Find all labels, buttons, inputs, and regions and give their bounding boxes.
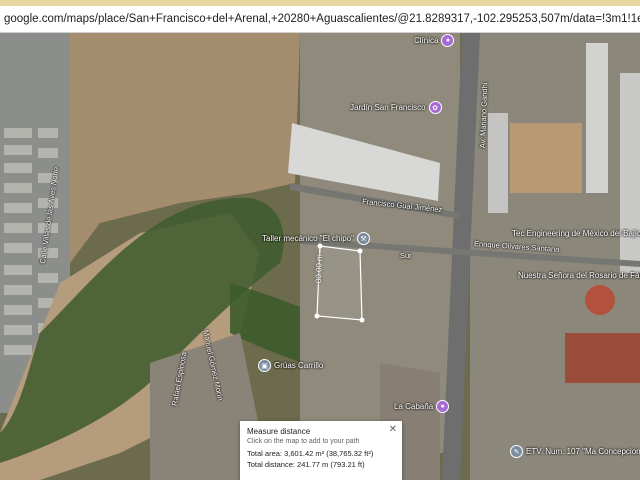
measure-hint: Click on the map to add to your path	[247, 438, 360, 445]
shop-icon: ●	[441, 34, 455, 47]
shop-icon: ●	[436, 400, 450, 413]
poi-nuestra-senora[interactable]: Nuestra Señora del Rosario de Fátima ✝	[518, 269, 640, 282]
repair-icon: ⚒	[356, 232, 370, 245]
school-icon: ✎	[510, 445, 523, 458]
satellite-map[interactable]: Jardín San Francisco ✿ Taller mecánico "…	[0, 33, 640, 480]
park-icon: ✿	[428, 101, 442, 114]
segment-distance-label: 80.00 m	[314, 254, 325, 284]
measure-title: Measure distance	[247, 427, 311, 436]
poi-tec-engineering[interactable]: Tec Engineering de México del Bajío ▣	[512, 227, 640, 240]
total-area: Total area: 3,601.42 m² (38,765.32 ft²)	[247, 449, 374, 458]
business-icon: ▣	[258, 359, 271, 372]
poi-jardin-san-francisco[interactable]: Jardín San Francisco ✿	[350, 101, 442, 114]
address-bar[interactable]: google.com/maps/place/San+Francisco+del+…	[0, 6, 640, 33]
poi-gruas-carrillo[interactable]: ▣ Grúas Carrillo	[258, 359, 323, 372]
poi-clinica[interactable]: Clínica ●	[414, 34, 455, 47]
poi-la-cabana[interactable]: La Cabaña ●	[394, 400, 450, 413]
url-text[interactable]: google.com/maps/place/San+Francisco+del+…	[4, 13, 640, 25]
close-icon[interactable]: ✕	[389, 424, 397, 435]
street-sur: Sur	[400, 251, 412, 260]
total-distance: Total distance: 241.77 m (793.21 ft)	[247, 460, 365, 469]
poi-taller-el-chipo[interactable]: Taller mecánico "El chipo" ⚒	[262, 232, 370, 245]
poi-etv-107[interactable]: ✎ ETV. Num. 107 "Ma Concepcion Aguayo"	[510, 445, 640, 458]
measure-distance-panel: ✕ Measure distance Click on the map to a…	[240, 421, 402, 480]
